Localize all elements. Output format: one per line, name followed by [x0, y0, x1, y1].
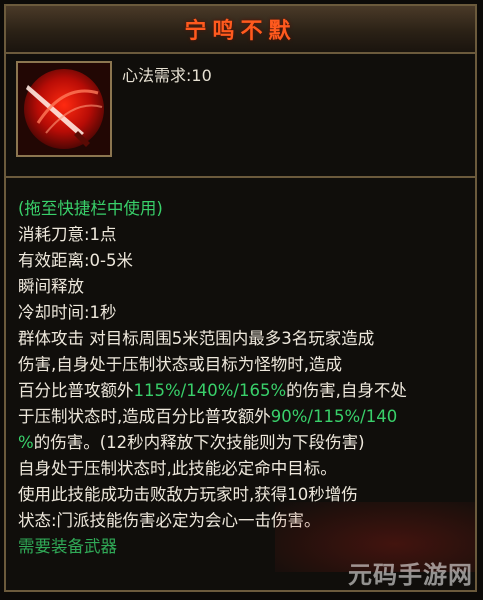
damage-percent-highlight: 115%/140%/165%: [133, 381, 287, 400]
desc-line: 伤害,自身处于压制状态或目标为怪物时,造成: [18, 355, 342, 374]
desc-line: %的伤害。(12秒内释放下次技能则为下段伤害): [18, 433, 365, 452]
skill-title: 宁鸣不默: [184, 19, 297, 44]
skill-tooltip: 宁鸣不默 心法需求:10 (拖至快捷栏中使用) 消耗刀意:1点 有效距离:0-5…: [4, 4, 477, 592]
usage-hint: (拖至快捷栏中使用): [18, 199, 163, 218]
title-bar: 宁鸣不默: [6, 6, 475, 54]
desc-line: 于压制状态时,造成百分比普攻额外90%/115%/140: [18, 407, 398, 426]
desc-line: 自身处于压制状态时,此技能必定命中目标。: [18, 459, 337, 478]
damage-percent-highlight: 90%/115%/140: [270, 407, 398, 426]
stat-line: 消耗刀意:1点: [18, 225, 117, 244]
desc-line: 百分比普攻额外115%/140%/165%的伤害,自身不处: [18, 381, 407, 400]
site-watermark: 元码手游网: [348, 561, 473, 589]
stat-line: 冷却时间:1秒: [18, 303, 117, 322]
requirement-text: 心法需求:10: [122, 66, 212, 85]
skill-icon-frame: [16, 61, 112, 157]
stat-line: 有效距离:0-5米: [18, 251, 134, 270]
desc-line: 群体攻击 对目标周围5米范围内最多3名玩家造成: [18, 329, 375, 348]
stat-line: 瞬间释放: [18, 277, 84, 296]
divider: [6, 176, 475, 178]
red-slash-skill-icon: [18, 63, 110, 155]
